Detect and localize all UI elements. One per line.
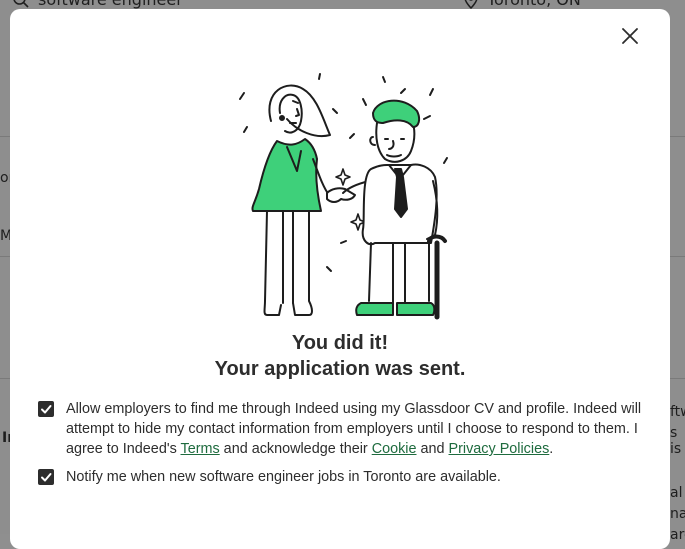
profile-visibility-consent: Allow employers to find me through Indee… <box>38 399 654 459</box>
close-icon <box>622 28 638 44</box>
background-text-fragment: are <box>670 527 685 543</box>
background-what-field: software engineer <box>12 0 183 9</box>
background-text-fragment: na <box>670 506 685 522</box>
background-text-fragment: s is <box>670 425 682 457</box>
terms-link[interactable]: Terms <box>181 441 220 457</box>
search-icon <box>13 0 29 8</box>
consent-text: . <box>549 441 554 457</box>
background-text-fragment: al <box>670 485 683 501</box>
success-subtitle: Your application was sent. <box>214 358 466 380</box>
application-sent-dialog: You did it! Your application was sent. A… <box>10 9 670 549</box>
checkmark-icon <box>41 473 52 482</box>
success-title: You did it! <box>291 332 389 354</box>
job-alert-label: Notify me when new software engineer job… <box>66 469 501 485</box>
consent-text: and acknowledge their <box>219 441 372 457</box>
background-search-query: software engineer <box>38 0 183 9</box>
checkmark-icon <box>41 405 52 414</box>
consent-text: and <box>416 441 449 457</box>
profile-visibility-label: Allow employers to find me through Indee… <box>66 399 654 459</box>
cookie-link[interactable]: Cookie <box>372 441 417 457</box>
job-alert-consent: Notify me when new software engineer job… <box>38 467 654 487</box>
privacy-policies-link[interactable]: Privacy Policies <box>449 441 550 457</box>
handshake-illustration <box>239 73 448 320</box>
job-alert-checkbox[interactable] <box>38 469 54 485</box>
background-search-location: Toronto, ON <box>487 0 581 9</box>
location-pin-icon <box>464 0 478 9</box>
background-where-field: Toronto, ON <box>463 0 581 9</box>
close-button[interactable] <box>618 24 642 48</box>
profile-visibility-checkbox[interactable] <box>38 401 54 417</box>
background-text-fragment: ftw <box>670 404 685 420</box>
